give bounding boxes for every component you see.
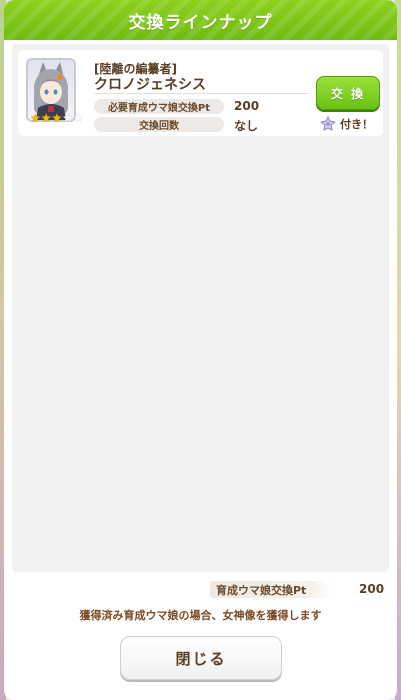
star-filled-icon: ★ — [40, 111, 52, 125]
dialog-title: 交換ラインナップ — [128, 12, 273, 33]
bonus-indicator: 付き！ — [320, 116, 373, 132]
exchange-count-value: なし — [234, 119, 259, 133]
divider — [94, 93, 309, 94]
required-pt-label: 必要育成ウマ娘交換Pt — [94, 99, 224, 114]
goddess-statue-icon — [320, 116, 336, 131]
exchange-list[interactable]: ★ ★ ★ ★ ★ [陸離の編纂者] クロノジェネシス 必要育成ウマ娘交換Pt … — [12, 44, 389, 572]
exchange-count-label: 交換回数 — [94, 117, 224, 132]
owned-pt-label: 育成ウマ娘交換Pt — [210, 581, 330, 598]
rarity-stars: ★ ★ ★ ★ ★ — [30, 111, 84, 125]
dialog-header: 交換ラインナップ — [4, 0, 397, 40]
character-name: クロノジェネシス — [94, 77, 206, 93]
star-filled-icon: ★ — [30, 111, 41, 125]
exchange-lineup-dialog: 交換ラインナップ ★ ★ ★ ★ ★ [陸離の編纂者] クロノジェネシス 必要育… — [4, 0, 397, 700]
required-pt-value: 200 — [234, 99, 260, 113]
exchange-button[interactable]: 交 換 — [316, 76, 380, 110]
bonus-text: 付き！ — [340, 118, 373, 131]
info-note: 獲得済み育成ウマ娘の場合、女神像を獲得します — [79, 609, 322, 622]
star-filled-icon: ★ — [51, 111, 63, 125]
owned-pt-value: 200 — [359, 582, 385, 596]
star-empty-icon: ★ — [73, 111, 84, 125]
close-button[interactable]: 閉じる — [120, 636, 282, 680]
list-item: ★ ★ ★ ★ ★ [陸離の編纂者] クロノジェネシス 必要育成ウマ娘交換Pt … — [18, 50, 383, 136]
star-empty-icon: ★ — [62, 111, 74, 125]
